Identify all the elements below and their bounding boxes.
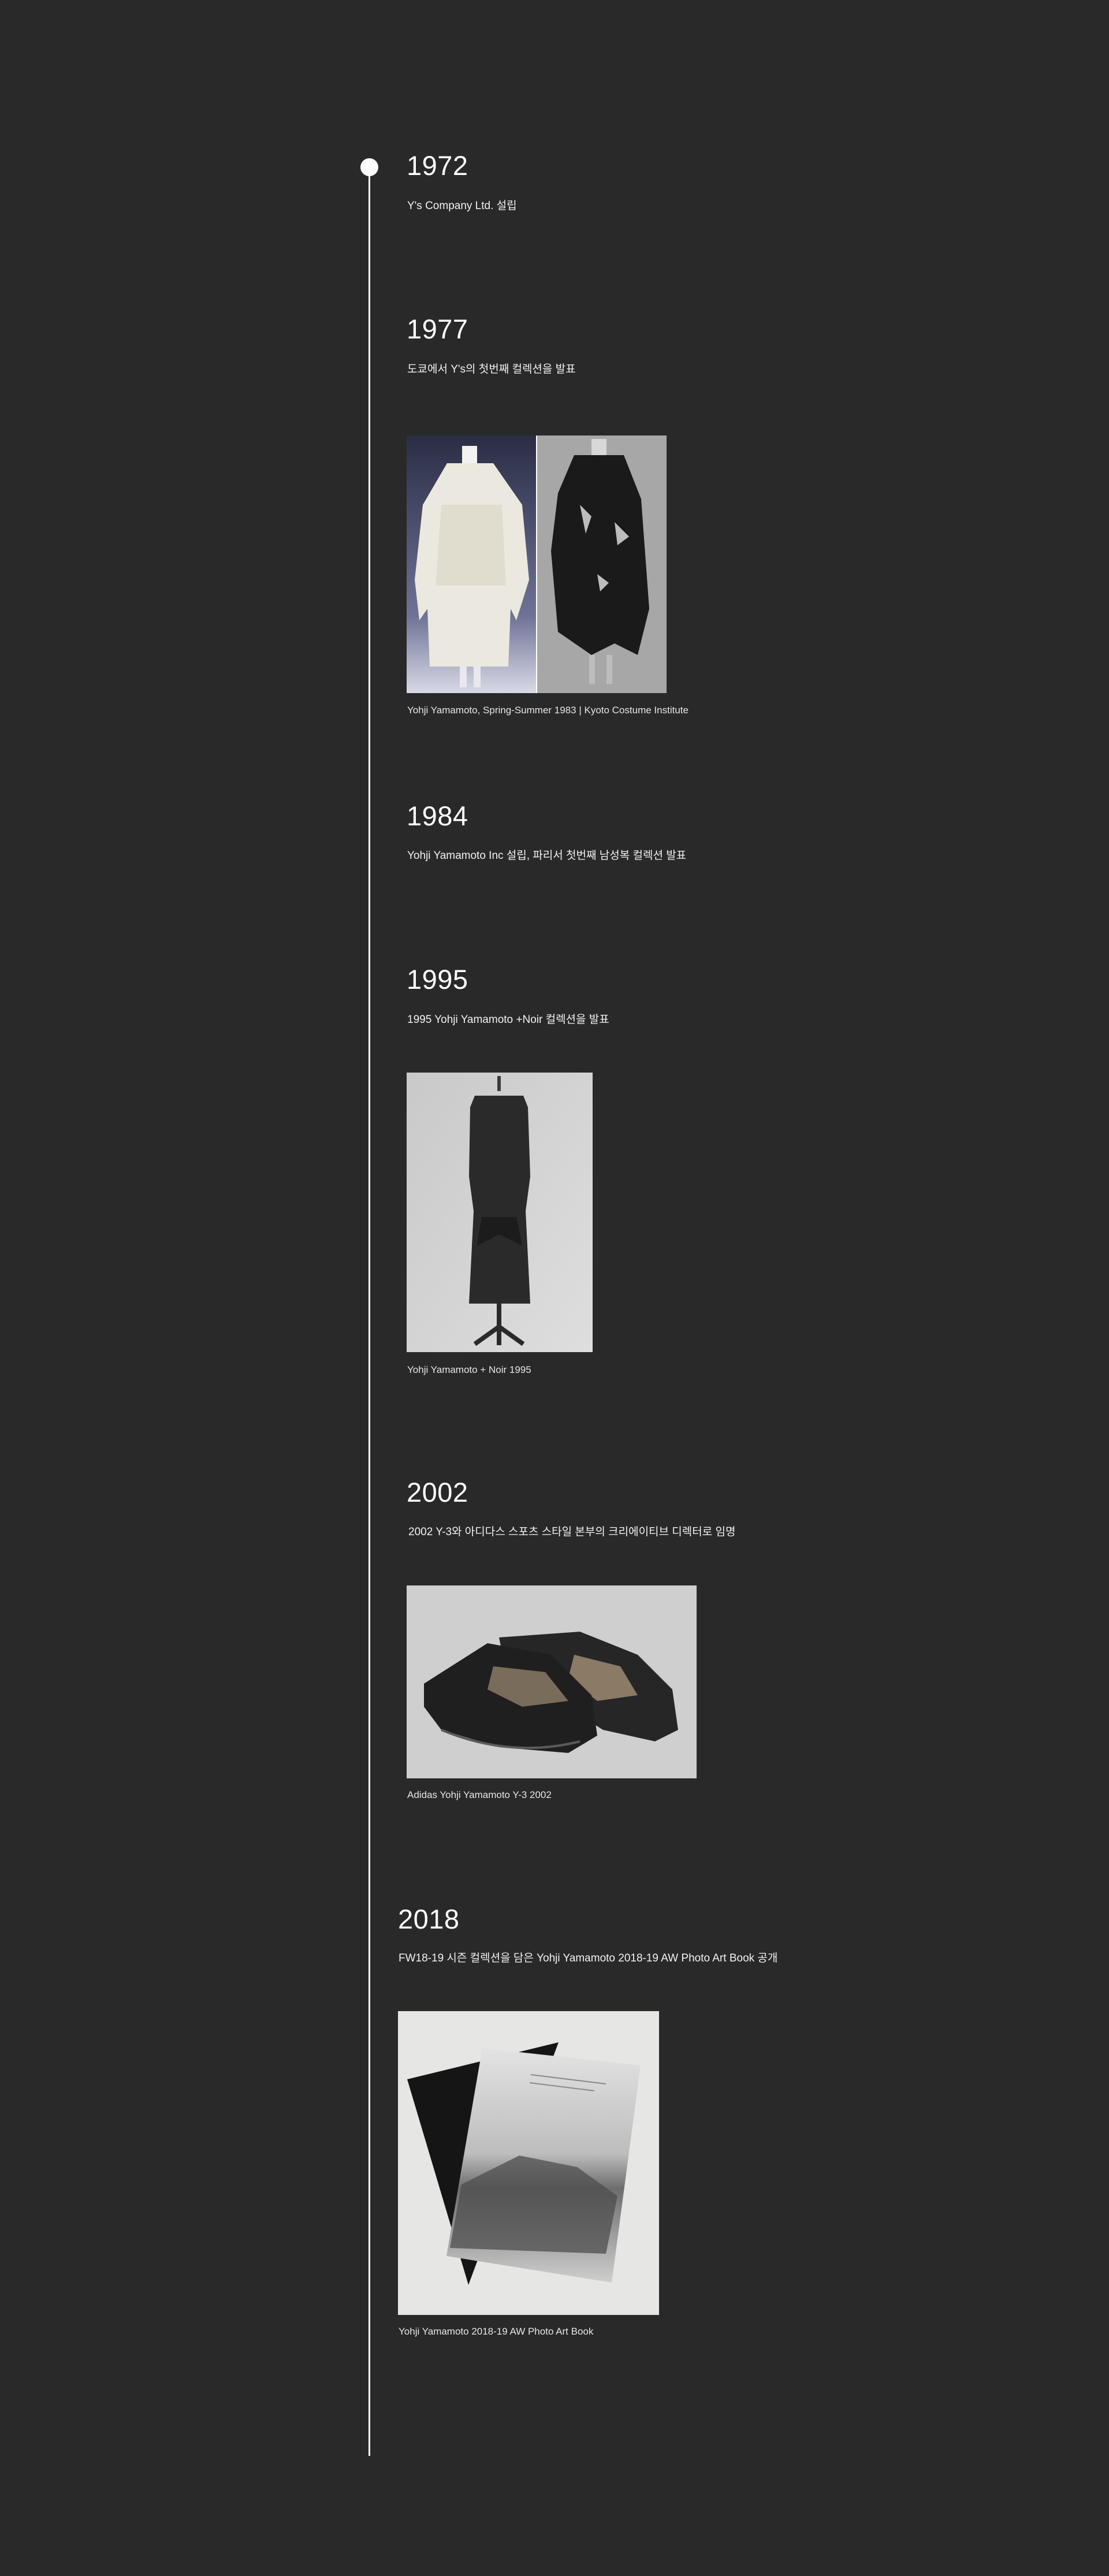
- garment-photo: [407, 435, 667, 693]
- caption-1995: Yohji Yamamoto + Noir 1995: [407, 1364, 531, 1375]
- shoes-photo-icon: [407, 1585, 697, 1778]
- description-2002: 2002 Y-3와 아디다스 스포츠 스타일 본부의 크리에이티브 디렉터로 임…: [408, 1526, 736, 1538]
- timeline-start-dot: [360, 158, 378, 176]
- caption-2002: Adidas Yohji Yamamoto Y-3 2002: [407, 1789, 552, 1800]
- shoes-photo: [407, 1585, 697, 1778]
- description-1995: 1995 Yohji Yamamoto +Noir 컬렉션을 발표: [407, 1014, 609, 1026]
- year-2002: 2002: [407, 1477, 468, 1507]
- caption-2018: Yohji Yamamoto 2018-19 AW Photo Art Book: [399, 2326, 594, 2337]
- dress-photo: [407, 1073, 593, 1352]
- caption-1977: Yohji Yamamoto, Spring-Summer 1983 | Kyo…: [407, 705, 689, 716]
- photo-book-photo: [398, 2011, 659, 2315]
- description-2018: FW18-19 시즌 컬렉션을 담은 Yohji Yamamoto 2018-1…: [399, 1952, 778, 1964]
- year-2018: 2018: [398, 1904, 460, 1934]
- timeline-line: [369, 166, 370, 2456]
- year-1977: 1977: [407, 314, 468, 344]
- dress-photo-icon: [407, 1073, 593, 1352]
- description-1977: 도쿄에서 Y's의 첫번째 컬렉션을 발표: [407, 363, 576, 375]
- year-1984: 1984: [407, 801, 468, 831]
- description-1984: Yohji Yamamoto Inc 설립, 파리서 첫번째 남성복 컬렉션 발…: [407, 850, 687, 862]
- year-1995: 1995: [407, 964, 468, 995]
- photo-book-icon: [398, 2011, 659, 2315]
- garment-photo-icon: [407, 435, 667, 693]
- year-1972: 1972: [407, 150, 468, 181]
- description-1972: Y's Company Ltd. 설립: [407, 200, 517, 212]
